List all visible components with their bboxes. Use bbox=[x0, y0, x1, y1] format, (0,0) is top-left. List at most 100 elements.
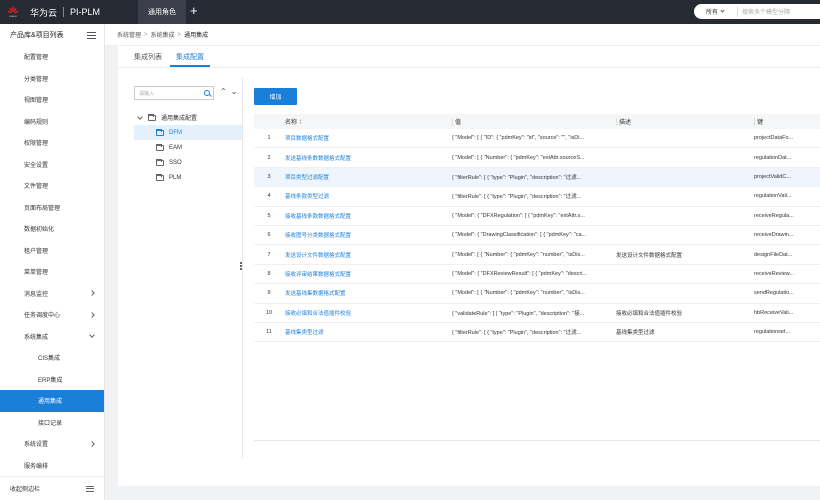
row-key: regulationVali... bbox=[754, 193, 792, 200]
table-row[interactable]: 5 接收基线条款数据格式配置{ "Model": { "DFXRegulation… bbox=[254, 207, 820, 226]
row-key: regulationDat... bbox=[754, 154, 792, 161]
row-index: 4 bbox=[267, 193, 271, 200]
table-row[interactable]: 6 接收图号分类数据格式配置{ "Model": { "DrawingClassi… bbox=[254, 226, 820, 246]
sidebar-item-tenants[interactable]: 租户管理 bbox=[0, 240, 104, 262]
row-value: { "Model": [ { "Number": { "pdmKey": "ex… bbox=[452, 154, 585, 161]
row-key: sendRegulatio... bbox=[754, 290, 794, 297]
row-name-link[interactable]: 项目数据格式配置 bbox=[284, 134, 450, 142]
add-tab-icon[interactable]: + bbox=[190, 3, 198, 18]
huawei-logo[interactable]: HUAWEI bbox=[2, 0, 24, 24]
drag-handle-icon[interactable] bbox=[240, 262, 242, 270]
sidebar-item-system-settings[interactable]: 系统设置 bbox=[0, 433, 104, 455]
row-description: 发送设计文件数据格式配置 bbox=[616, 252, 683, 259]
sidebar-item-page-layout[interactable]: 页面布局管理 bbox=[0, 197, 104, 219]
table-header: 名称 ▲ ▼ 值 描述 键 bbox=[254, 114, 820, 129]
table-row[interactable]: 9 发送基线集数据格式配置{ "Model": [ { "Number": { "… bbox=[254, 284, 820, 304]
add-button[interactable]: 增加 bbox=[254, 88, 297, 105]
search-input[interactable]: 搜索多个模型分隔 bbox=[738, 7, 790, 16]
chevron-down-icon[interactable]: ⌄ bbox=[231, 87, 238, 96]
sidebar-item-label: 安全设置 bbox=[24, 162, 49, 169]
sidebar-item-erp[interactable]: ERP集成 bbox=[0, 369, 104, 391]
chevron-down-icon[interactable] bbox=[137, 113, 143, 120]
sidebar-item-classification[interactable]: 分类管理 bbox=[0, 68, 104, 90]
tree-node-root[interactable]: 通用集成配置 bbox=[134, 110, 242, 125]
logo-text: HUAWEI bbox=[9, 15, 17, 18]
row-name-link[interactable]: 项目类型过滤配置 bbox=[284, 173, 450, 181]
table-row[interactable]: 1 项目数据格式配置{ "Model": [ { "ID": { "pdmKey"… bbox=[254, 129, 820, 149]
row-key: projectDataFo... bbox=[754, 135, 794, 142]
row-name-link[interactable]: 接收基线条款数据格式配置 bbox=[284, 212, 450, 220]
sidebar-item-config[interactable]: 配置管理 bbox=[0, 46, 104, 68]
sidebar-item-menus[interactable]: 菜单管理 bbox=[0, 261, 104, 283]
tree-node-dfm[interactable]: DFM bbox=[134, 125, 242, 140]
sidebar-item-message-monitor[interactable]: 消息监控 bbox=[0, 283, 104, 305]
table-row[interactable]: 3 项目类型过滤配置{ "filterRule": [ { "type": "Pl… bbox=[254, 167, 820, 188]
row-value: { "Model": [ { "ID": { "pdmKey": "id", "… bbox=[452, 135, 585, 142]
sidebar-item-view[interactable]: 视图管理 bbox=[0, 89, 104, 111]
table-row[interactable]: 10 接收必填和合法值插件校验{ "validateRule": [ { "typ… bbox=[254, 304, 820, 323]
search-scope-select[interactable]: 所有 bbox=[694, 6, 738, 17]
sidebar-item-label: 消息监控 bbox=[24, 291, 49, 298]
global-search[interactable]: 所有 搜索多个模型分隔 bbox=[694, 4, 820, 19]
chevron-up-icon[interactable]: ⌃ bbox=[220, 87, 227, 96]
table-row[interactable]: 8 接收评审结果数据格式配置{ "Model": { "DFXReviewResu… bbox=[254, 265, 820, 285]
sidebar-item-task-scheduler[interactable]: 任务调度中心 bbox=[0, 304, 104, 326]
sidebar-item-data-init[interactable]: 数据初始化 bbox=[0, 218, 104, 240]
sidebar-item-coding-rules[interactable]: 编码规则 bbox=[0, 111, 104, 133]
row-name-link[interactable]: 接收评审结果数据格式配置 bbox=[284, 270, 450, 278]
sidebar-item-general-integration[interactable]: 通用集成 bbox=[0, 390, 104, 412]
tree-node-plm[interactable]: PLM bbox=[134, 170, 242, 185]
table-row[interactable]: 4 基线条款类型过滤{ "filterRule": [ { "type": "Pl… bbox=[254, 187, 820, 207]
row-index: 6 bbox=[267, 232, 271, 239]
sort-icon[interactable]: ▲ ▼ bbox=[299, 119, 302, 125]
search-icon[interactable] bbox=[204, 90, 210, 96]
sidebar-item-security[interactable]: 安全设置 bbox=[0, 154, 104, 176]
row-name-link[interactable]: 基线条款类型过滤 bbox=[284, 192, 450, 200]
breadcrumb-separator: > bbox=[144, 31, 148, 38]
tree-node-eam[interactable]: EAM bbox=[134, 140, 242, 155]
row-name-link[interactable]: 基线集类型过滤 bbox=[284, 328, 450, 336]
sidebar-item-files[interactable]: 文件管理 bbox=[0, 175, 104, 197]
brand: 华为云 PI-PLM bbox=[30, 6, 100, 19]
menu-icon[interactable] bbox=[87, 31, 96, 39]
sidebar-item-label: 租户管理 bbox=[24, 248, 49, 255]
row-name-link[interactable]: 接收图号分类数据格式配置 bbox=[284, 231, 450, 239]
row-name-link[interactable]: 发送基线条数数据格式配置 bbox=[284, 154, 450, 162]
header-key: 键 bbox=[752, 117, 820, 127]
table-row[interactable]: 2 发送基线条数数据格式配置{ "Model": [ { "Number": { … bbox=[254, 148, 820, 168]
row-key: receiveReview... bbox=[754, 270, 795, 277]
table-row[interactable]: 11 基线集类型过滤{ "filterRule": [ { "type": "Pl… bbox=[254, 323, 820, 343]
tab-integration-config[interactable]: 集成配置 bbox=[170, 52, 210, 67]
tree-search-input[interactable]: 请输入 bbox=[134, 86, 214, 100]
table-row[interactable]: 7 发送设计文件数据格式配置{ "Model": [ { "Number": { … bbox=[254, 245, 820, 265]
breadcrumb-item[interactable]: 系统集成 bbox=[151, 30, 175, 39]
chevron-right-icon bbox=[89, 440, 95, 447]
sidebar-item-label: 系统集成 bbox=[24, 334, 49, 341]
tree-nav-arrows: ⌃ ⌄ bbox=[220, 87, 237, 96]
sidebar-item-system-integration[interactable]: 系统集成 bbox=[0, 326, 104, 348]
tab-role[interactable]: 通用角色 bbox=[138, 0, 186, 24]
folder-icon bbox=[156, 158, 164, 166]
config-table: 名称 ▲ ▼ 值 描述 键 1 项目数据格式配置{ "Model": [ { "ID"… bbox=[254, 114, 820, 343]
row-value: { "filterRule": [ { "type": "Plugin", "d… bbox=[452, 174, 582, 181]
tab-integration-list[interactable]: 集成列表 bbox=[128, 52, 168, 67]
row-name-link[interactable]: 发送设计文件数据格式配置 bbox=[284, 251, 450, 259]
row-name-link[interactable]: 发送基线集数据格式配置 bbox=[284, 289, 450, 297]
header-key-label: 键 bbox=[757, 119, 764, 126]
row-name-link[interactable]: 接收必填和合法值插件校验 bbox=[284, 309, 450, 317]
sidebar-item-service-orchestration[interactable]: 服务编排 bbox=[0, 455, 104, 477]
sidebar-item-label: 配置管理 bbox=[24, 55, 49, 62]
chevron-right-icon bbox=[89, 290, 95, 297]
column-divider bbox=[754, 118, 755, 127]
sidebar-item-cis[interactable]: CIS集成 bbox=[0, 347, 104, 369]
row-value: { "filterRule": [ { "type": "Plugin", "d… bbox=[452, 194, 582, 201]
sidebar-item-permissions[interactable]: 权限管理 bbox=[0, 132, 104, 154]
sidebar-item-label: 数据初始化 bbox=[24, 227, 55, 234]
sidebar-collapse-button[interactable]: 收起侧边栏 bbox=[0, 476, 104, 500]
sidebar-item-interface-log[interactable]: 接口记录 bbox=[0, 412, 104, 434]
breadcrumb-item[interactable]: 系统管理 bbox=[117, 30, 141, 39]
chevron-down-icon bbox=[720, 8, 725, 13]
header-name[interactable]: 名称 ▲ ▼ bbox=[284, 117, 450, 126]
tree-node-sso[interactable]: SSO bbox=[134, 155, 242, 170]
row-value: { "Model": { "DFXRegulation": [ { "pdmKe… bbox=[452, 212, 585, 219]
